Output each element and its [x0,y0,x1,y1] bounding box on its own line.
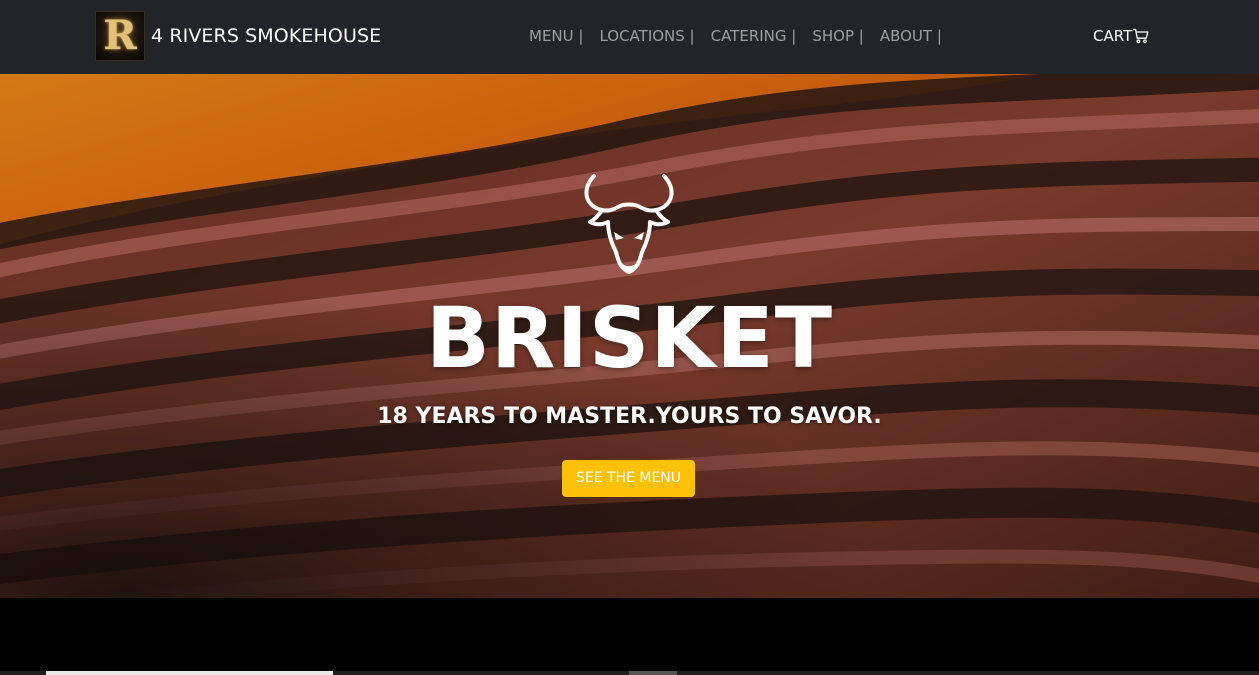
nav-link-menu[interactable]: MENU | [529,26,583,46]
navbar: R 4 RIVERS SMOKEHOUSE MENU | LOCATIONS |… [0,0,1259,74]
bottom-scroll-element [46,671,333,675]
bottom-section [0,598,1259,675]
hero-subtitle: 18 YEARS TO MASTER.YOURS TO SAVOR. [377,404,882,429]
shopping-cart-icon [1133,28,1149,44]
nav-link-catering[interactable]: CATERING | [711,26,797,46]
nav-link-about[interactable]: ABOUT | [880,26,942,46]
nav-links: MENU | LOCATIONS | CATERING | SHOP | ABO… [529,26,942,46]
page: R 4 RIVERS SMOKEHOUSE MENU | LOCATIONS |… [0,0,1259,675]
brand-link[interactable]: R 4 RIVERS SMOKEHOUSE [95,11,381,61]
nav-link-shop[interactable]: SHOP | [812,26,863,46]
hero-section: BRISKET 18 YEARS TO MASTER.YOURS TO SAVO… [0,74,1259,598]
hero-title: BRISKET [425,289,834,387]
brand-name: 4 RIVERS SMOKEHOUSE [151,25,382,47]
cart-label: CART [1093,27,1133,45]
bottom-scroll-element-secondary [629,671,677,675]
cart-link[interactable]: CART [1093,26,1149,46]
bull-head-icon [584,174,674,274]
nav-link-locations[interactable]: LOCATIONS | [599,26,694,46]
see-the-menu-button[interactable]: SEE THE MENU [562,460,695,497]
brand-logo: R [95,11,145,61]
